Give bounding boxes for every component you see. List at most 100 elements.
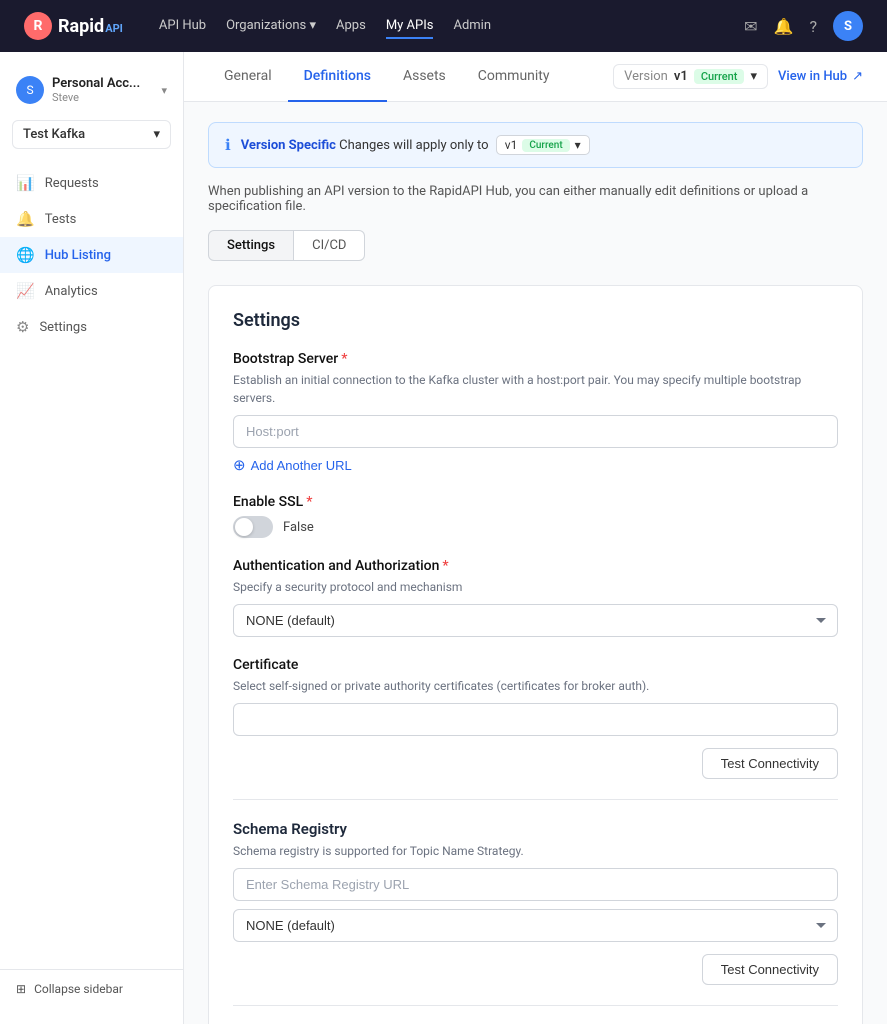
auth-select[interactable]: NONE (default) <box>233 604 838 637</box>
main-layout: S Personal Acc... Steve ▾ Test Kafka ▾ 📊… <box>0 52 887 1024</box>
add-url-button[interactable]: ⊕ Add Another URL <box>233 456 352 474</box>
collapse-label: Collapse sidebar <box>34 982 123 996</box>
auth-label: Authentication and Authorization * <box>233 558 838 574</box>
bootstrap-server-label: Bootstrap Server * <box>233 351 838 367</box>
sidebar-item-tests[interactable]: 🔔 Tests <box>0 201 183 237</box>
banner-version-value: v1 <box>505 138 518 152</box>
toggle-knob <box>235 518 253 536</box>
banner-version-badge: Current <box>522 139 569 152</box>
info-icon: ℹ <box>225 136 231 154</box>
sub-tab-cicd[interactable]: CI/CD <box>294 230 365 261</box>
test-connectivity-button-1[interactable]: Test Connectivity <box>702 748 838 779</box>
bootstrap-server-desc: Establish an initial connection to the K… <box>233 371 838 407</box>
section-title: Settings <box>233 310 838 331</box>
settings-card: Settings Bootstrap Server * Establish an… <box>208 285 863 1024</box>
auth-desc: Specify a security protocol and mechanis… <box>233 578 838 596</box>
version-chevron-icon: ▾ <box>750 69 757 84</box>
certificate-group: Certificate Select self-signed or privat… <box>233 657 838 779</box>
collapse-sidebar-button[interactable]: ⊞ Collapse sidebar <box>0 969 183 1008</box>
analytics-icon: 📈 <box>16 282 35 300</box>
external-link-icon: ↗ <box>852 69 863 84</box>
sidebar-item-label: Tests <box>45 212 77 227</box>
sidebar-item-settings[interactable]: ⚙ Settings <box>0 309 183 345</box>
plus-circle-icon: ⊕ <box>233 456 246 474</box>
info-text: When publishing an API version to the Ra… <box>208 184 863 214</box>
page-content: ℹ Version Specific Changes will apply on… <box>184 102 887 1024</box>
schema-registry-url-input[interactable] <box>233 868 838 901</box>
banner-version-pill[interactable]: v1 Current ▾ <box>496 135 590 155</box>
requests-icon: 📊 <box>16 174 35 192</box>
account-chevron-icon: ▾ <box>161 84 167 97</box>
help-icon[interactable]: ? <box>809 17 817 36</box>
schema-registry-select[interactable]: NONE (default) <box>233 909 838 942</box>
sidebar-item-label: Analytics <box>45 284 98 299</box>
info-banner: ℹ Version Specific Changes will apply on… <box>208 122 863 168</box>
tests-icon: 🔔 <box>16 210 35 228</box>
api-name: Test Kafka <box>23 127 85 142</box>
nav-right: ✉ 🔔 ? S <box>744 11 863 41</box>
nav-organizations[interactable]: Organizations ▾ <box>226 14 316 39</box>
schema-registry-group: Schema Registry Schema registry is suppo… <box>233 820 838 985</box>
sidebar-item-label: Requests <box>45 176 99 191</box>
bell-icon[interactable]: 🔔 <box>774 17 794 36</box>
schema-registry-desc: Schema registry is supported for Topic N… <box>233 842 838 860</box>
sub-tabs: Settings CI/CD <box>208 230 863 261</box>
avatar[interactable]: S <box>833 11 863 41</box>
settings-icon: ⚙ <box>16 318 29 336</box>
certificate-label: Certificate <box>233 657 838 673</box>
required-star: * <box>341 351 347 367</box>
logo-icon: R <box>24 12 52 40</box>
account-selector[interactable]: S Personal Acc... Steve ▾ <box>0 68 183 120</box>
required-star-ssl: * <box>306 494 312 510</box>
sidebar-item-label: Hub Listing <box>45 248 111 263</box>
sidebar-nav: 📊 Requests 🔔 Tests 🌐 Hub Listing 📈 Analy… <box>0 165 183 969</box>
tabs-right: Version v1 Current ▾ View in Hub ↗ <box>613 64 863 89</box>
divider <box>233 799 838 800</box>
enable-ssl-group: Enable SSL * False <box>233 494 838 538</box>
version-prefix: Version <box>624 69 668 84</box>
sub-tab-settings[interactable]: Settings <box>208 230 294 261</box>
sidebar-item-hub-listing[interactable]: 🌐 Hub Listing <box>0 237 183 273</box>
envelope-icon[interactable]: ✉ <box>744 17 757 36</box>
sidebar: S Personal Acc... Steve ▾ Test Kafka ▾ 📊… <box>0 52 184 1024</box>
ssl-toggle-label: False <box>283 520 314 535</box>
version-selector[interactable]: Version v1 Current ▾ <box>613 64 768 89</box>
nav-admin[interactable]: Admin <box>453 14 491 39</box>
account-avatar: S <box>16 76 44 104</box>
sidebar-item-label: Settings <box>39 320 86 335</box>
schema-registry-title: Schema Registry <box>233 820 838 838</box>
banner-bold: Version Specific <box>241 138 336 153</box>
tab-community[interactable]: Community <box>462 52 566 102</box>
sidebar-item-requests[interactable]: 📊 Requests <box>0 165 183 201</box>
tab-definitions[interactable]: Definitions <box>288 52 387 102</box>
top-navigation: R RapidAPI API Hub Organizations ▾ Apps … <box>0 0 887 52</box>
nav-my-apis[interactable]: My APIs <box>386 14 434 39</box>
hub-listing-icon: 🌐 <box>16 246 35 264</box>
required-star-auth: * <box>442 558 448 574</box>
bootstrap-server-group: Bootstrap Server * Establish an initial … <box>233 351 838 474</box>
logo[interactable]: R RapidAPI <box>24 12 123 40</box>
main-content: General Definitions Assets Community Ver… <box>184 52 887 1024</box>
nav-api-hub[interactable]: API Hub <box>159 14 206 39</box>
certificate-input[interactable] <box>233 703 838 736</box>
current-badge: Current <box>694 69 745 84</box>
banner-version-chevron-icon: ▾ <box>575 138 581 152</box>
account-name: Personal Acc... <box>52 76 153 91</box>
api-selector[interactable]: Test Kafka ▾ <box>12 120 171 149</box>
nav-links: API Hub Organizations ▾ Apps My APIs Adm… <box>159 14 491 39</box>
bootstrap-server-input[interactable] <box>233 415 838 448</box>
enable-ssl-toggle[interactable] <box>233 516 273 538</box>
nav-apps[interactable]: Apps <box>336 14 366 39</box>
tab-assets[interactable]: Assets <box>387 52 462 102</box>
tab-general[interactable]: General <box>208 52 288 102</box>
divider-2 <box>233 1005 838 1006</box>
test-connectivity-button-2[interactable]: Test Connectivity <box>702 954 838 985</box>
account-sub: Steve <box>52 91 153 104</box>
ssl-toggle-row: False <box>233 516 838 538</box>
view-in-hub-button[interactable]: View in Hub ↗ <box>778 69 863 84</box>
sidebar-item-analytics[interactable]: 📈 Analytics <box>0 273 183 309</box>
enable-ssl-label: Enable SSL * <box>233 494 838 510</box>
api-selector-chevron-icon: ▾ <box>153 127 160 142</box>
collapse-icon: ⊞ <box>16 982 26 996</box>
logo-text: RapidAPI <box>58 16 123 37</box>
